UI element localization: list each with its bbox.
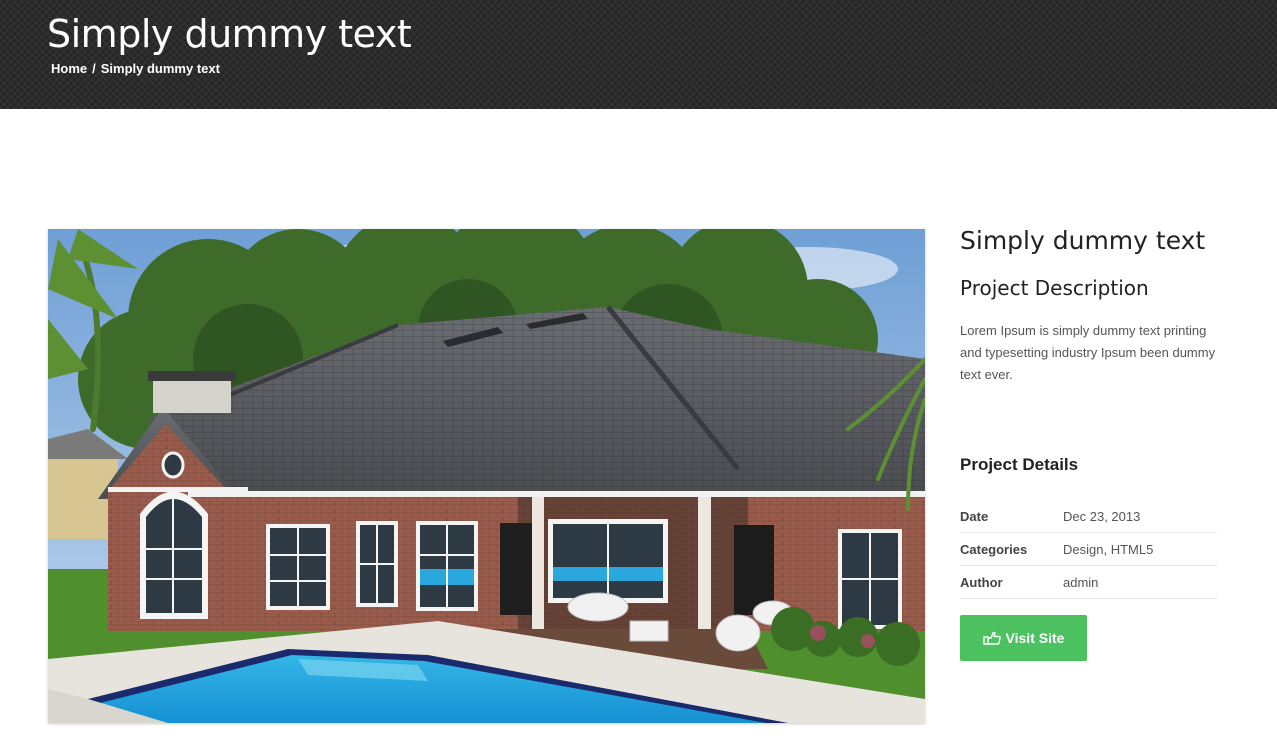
detail-value: Design, HTML5 (1063, 541, 1154, 557)
detail-value: admin (1063, 574, 1099, 590)
detail-label: Categories (960, 541, 1028, 557)
project-image (48, 229, 925, 723)
visit-site-button[interactable]: Visit Site (960, 615, 1087, 661)
visit-site-label: Visit Site (1005, 630, 1065, 646)
project-description-heading: Project Description (960, 276, 1149, 300)
page-title: Simply dummy text (47, 12, 412, 56)
hand-pointer-icon (982, 631, 1001, 645)
detail-row-date: Date Dec 23, 2013 (960, 500, 1217, 533)
page-header: Simply dummy text Home / Simply dummy te… (0, 0, 1277, 109)
project-description: Lorem Ipsum is simply dummy text printin… (960, 323, 1216, 382)
project-title: Simply dummy text (960, 226, 1206, 255)
project-details-heading: Project Details (960, 455, 1079, 474)
breadcrumb-separator: / (92, 61, 96, 76)
house-with-pool-photo (48, 229, 925, 723)
breadcrumb-home-link[interactable]: Home (51, 61, 87, 76)
detail-row-categories: Categories Design, HTML5 (960, 533, 1217, 566)
detail-label: Author (960, 574, 1003, 590)
breadcrumb-current: Simply dummy text (100, 61, 220, 76)
project-details-list: Date Dec 23, 2013 Categories Design, HTM… (960, 500, 1217, 599)
breadcrumb: Home / Simply dummy text (51, 61, 220, 76)
detail-row-author: Author admin (960, 566, 1217, 599)
detail-label: Date (960, 508, 989, 524)
detail-value: Dec 23, 2013 (1063, 508, 1141, 524)
